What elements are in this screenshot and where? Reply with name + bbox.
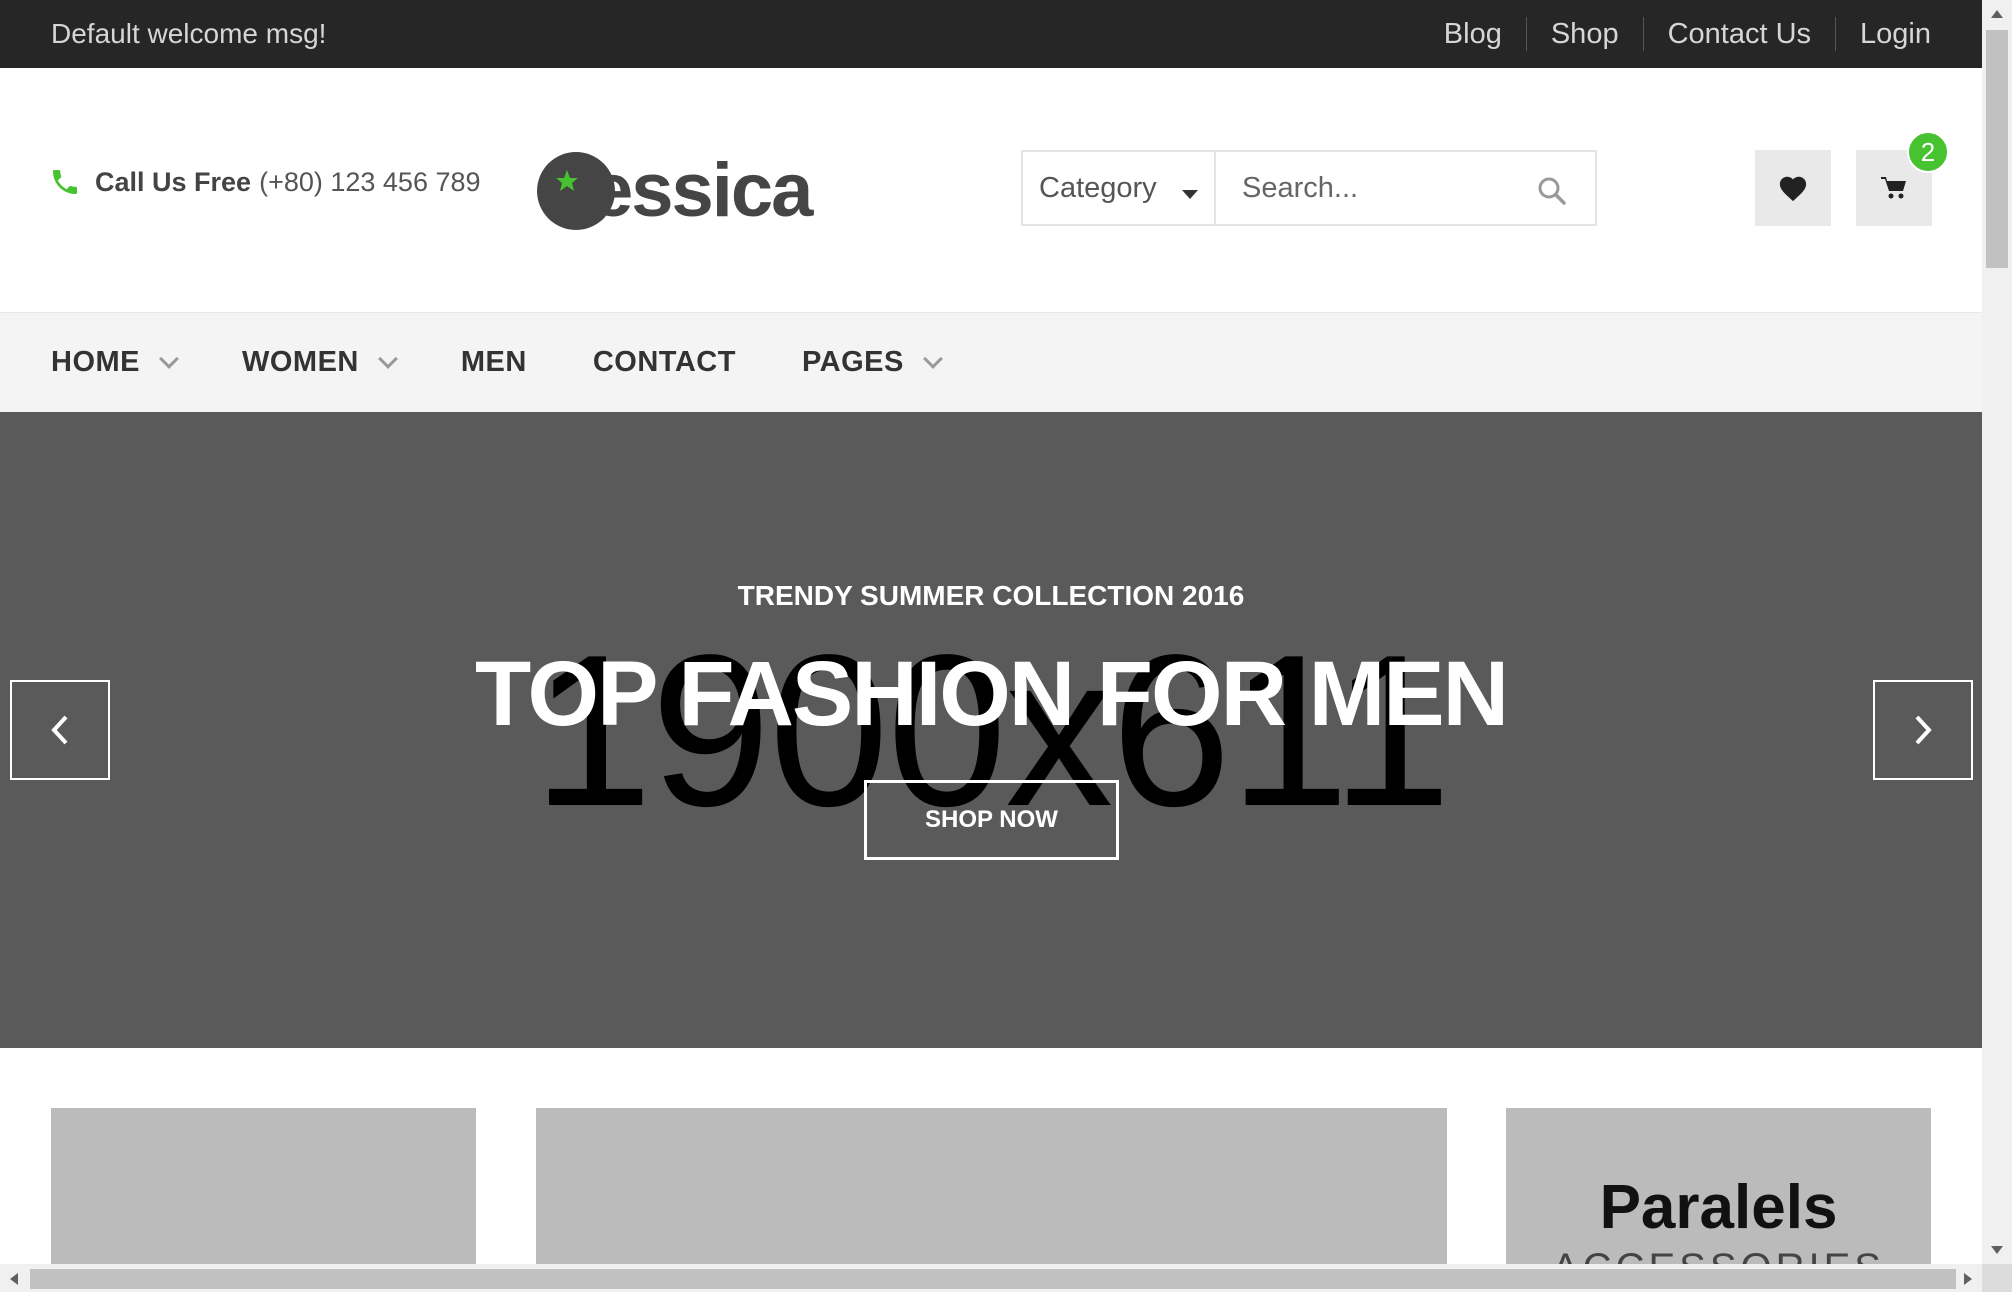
chevron-right-icon: [1915, 715, 1932, 745]
welcome-message: Default welcome msg!: [51, 18, 327, 49]
cart-icon: [1881, 177, 1906, 199]
top-link-shop[interactable]: Shop: [1525, 17, 1643, 51]
horizontal-scrollbar[interactable]: [0, 1264, 1982, 1292]
nav-item-contact[interactable]: CONTACT: [593, 346, 736, 379]
banner-subtitle: ACCESSORIES: [1506, 1246, 1931, 1264]
site-logo[interactable]: essica: [535, 148, 813, 233]
category-select[interactable]: Category: [1021, 150, 1214, 226]
vertical-scroll-thumb[interactable]: [1986, 30, 2008, 268]
nav-item-men[interactable]: MEN: [461, 346, 527, 379]
hero-slider: 1900x611 TRENDY SUMMER COLLECTION 2016 T…: [0, 412, 1982, 1048]
top-bar: Default welcome msg! Blog Shop Contact U…: [0, 0, 1982, 68]
scroll-down-icon[interactable]: [1991, 1246, 2003, 1254]
vertical-scrollbar[interactable]: [1982, 0, 2012, 1264]
nav-item-pages[interactable]: PAGES: [802, 346, 940, 379]
promo-banner-3[interactable]: Paralels ACCESSORIES: [1506, 1108, 1931, 1264]
wishlist-button[interactable]: [1755, 150, 1831, 226]
promo-banner-1[interactable]: [51, 1108, 476, 1264]
search-bar: Category: [1021, 150, 1597, 226]
search-field: [1214, 150, 1597, 226]
top-link-blog[interactable]: Blog: [1420, 17, 1526, 51]
call-number: (+80) 123 456 789: [259, 166, 481, 197]
hero-subtitle: TRENDY SUMMER COLLECTION 2016: [737, 580, 1245, 611]
top-link-contact-us[interactable]: Contact Us: [1642, 17, 1835, 51]
caret-down-icon: [1182, 190, 1198, 199]
call-label: Call Us Free: [95, 166, 252, 197]
heart-icon: [1779, 176, 1807, 202]
search-icon[interactable]: [1537, 176, 1567, 206]
call-info: Call Us Free (+80) 123 456 789: [49, 166, 481, 198]
scroll-left-icon[interactable]: [10, 1273, 18, 1285]
nav-item-women[interactable]: WOMEN: [242, 346, 395, 379]
promo-banner-2[interactable]: [536, 1108, 1447, 1264]
scroll-up-icon[interactable]: [1991, 10, 2003, 18]
slider-prev-button[interactable]: [10, 680, 110, 780]
category-label: Category: [1039, 171, 1157, 204]
page-viewport: Default welcome msg! Blog Shop Contact U…: [0, 0, 1982, 1264]
horizontal-scroll-thumb[interactable]: [30, 1269, 1956, 1289]
shop-now-button[interactable]: SHOP NOW: [864, 780, 1119, 860]
site-header: Call Us Free (+80) 123 456 789 essica Ca…: [0, 68, 1982, 312]
nav-item-home[interactable]: HOME: [51, 346, 176, 379]
slider-next-button[interactable]: [1873, 680, 1973, 780]
banner-title: Paralels: [1599, 1173, 1838, 1242]
logo-text: essica: [591, 148, 813, 233]
chevron-left-icon: [51, 715, 68, 745]
scrollbar-corner: [1982, 1264, 2012, 1292]
scroll-right-icon[interactable]: [1964, 1273, 1972, 1285]
top-links: Blog Shop Contact Us Login: [1420, 17, 1931, 51]
hero-title: TOP FASHION FOR MEN: [474, 643, 1509, 745]
phone-icon: [53, 170, 77, 194]
cart-count-badge: 2: [1907, 131, 1949, 173]
search-input[interactable]: [1242, 171, 1542, 205]
top-link-login[interactable]: Login: [1835, 17, 1931, 51]
main-nav: HOME WOMEN MEN CONTACT PAGES: [0, 312, 1982, 412]
